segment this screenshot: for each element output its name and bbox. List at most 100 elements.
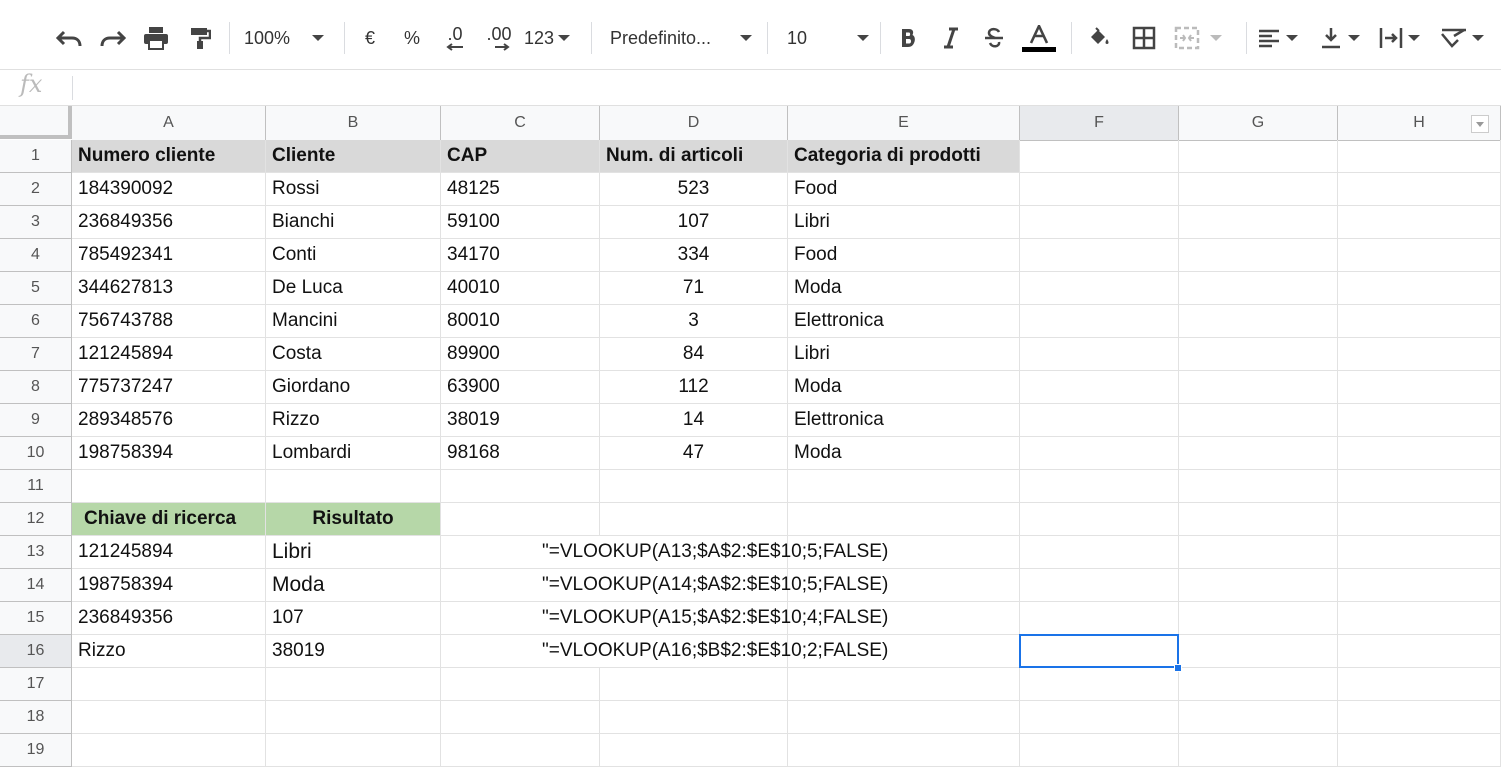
cell-h7[interactable] — [1338, 338, 1501, 371]
cell-b4[interactable]: Conti — [266, 239, 441, 272]
cell-h1[interactable] — [1338, 140, 1501, 173]
cell-c13[interactable]: "=VLOOKUP(A13;$A$2:$E$10;5;FALSE) — [441, 536, 888, 569]
cell-b17[interactable] — [266, 668, 441, 701]
cell-b15[interactable]: 107 — [266, 602, 441, 635]
cell-a17[interactable] — [72, 668, 266, 701]
cell-a2[interactable]: 184390092 — [72, 173, 266, 206]
formula-input[interactable] — [80, 76, 1480, 100]
cell-a18[interactable] — [72, 701, 266, 734]
cell-f15[interactable] — [1020, 602, 1179, 635]
cell-c8[interactable]: 63900 — [441, 371, 600, 404]
cell-c1[interactable]: CAP — [441, 140, 600, 173]
cell-e19[interactable] — [788, 734, 1020, 767]
cell-g4[interactable] — [1179, 239, 1338, 272]
cell-g12[interactable] — [1179, 503, 1338, 536]
cell-h11[interactable] — [1338, 470, 1501, 503]
row-header-10[interactable]: 10 — [0, 437, 72, 470]
cell-b19[interactable] — [266, 734, 441, 767]
cell-a11[interactable] — [72, 470, 266, 503]
cell-e9[interactable]: Elettronica — [788, 404, 1020, 437]
cell-e12[interactable] — [788, 503, 1020, 536]
row-header-4[interactable]: 4 — [0, 239, 72, 272]
row-header-1[interactable]: 1 — [0, 140, 72, 173]
cell-d5[interactable]: 71 — [600, 272, 788, 305]
cell-f3[interactable] — [1020, 206, 1179, 239]
cell-a12[interactable]: Chiave di ricerca — [72, 503, 266, 536]
cell-a5[interactable]: 344627813 — [72, 272, 266, 305]
cell-g10[interactable] — [1179, 437, 1338, 470]
cell-d3[interactable]: 107 — [600, 206, 788, 239]
cell-h17[interactable] — [1338, 668, 1501, 701]
cell-d4[interactable]: 334 — [600, 239, 788, 272]
cell-c6[interactable]: 80010 — [441, 305, 600, 338]
cell-d10[interactable]: 47 — [600, 437, 788, 470]
cell-g1[interactable] — [1179, 140, 1338, 173]
strikethrough-icon[interactable] — [979, 18, 1009, 58]
cell-a6[interactable]: 756743788 — [72, 305, 266, 338]
cell-e8[interactable]: Moda — [788, 371, 1020, 404]
cell-f17[interactable] — [1020, 668, 1179, 701]
cell-h6[interactable] — [1338, 305, 1501, 338]
row-header-9[interactable]: 9 — [0, 404, 72, 437]
cell-c14[interactable]: "=VLOOKUP(A14;$A$2:$E$10;5;FALSE) — [441, 569, 888, 602]
cell-d7[interactable]: 84 — [600, 338, 788, 371]
column-header-a[interactable]: A — [72, 106, 266, 141]
cell-a16[interactable]: Rizzo — [72, 635, 266, 668]
cell-c11[interactable] — [441, 470, 600, 503]
row-header-13[interactable]: 13 — [0, 536, 72, 569]
cell-b1[interactable]: Cliente — [266, 140, 441, 173]
paint-format-icon[interactable] — [183, 18, 217, 58]
cell-f19[interactable] — [1020, 734, 1179, 767]
cell-h5[interactable] — [1338, 272, 1501, 305]
cell-d17[interactable] — [600, 668, 788, 701]
cell-e3[interactable]: Libri — [788, 206, 1020, 239]
cell-d11[interactable] — [600, 470, 788, 503]
cell-a1[interactable]: Numero cliente — [72, 140, 266, 173]
zoom-select[interactable]: 100% — [244, 18, 336, 58]
cell-c16[interactable]: "=VLOOKUP(A16;$B$2:$E$10;2;FALSE) — [441, 635, 888, 668]
bold-icon[interactable] — [893, 18, 923, 58]
row-header-12[interactable]: 12 — [0, 503, 72, 536]
cell-g6[interactable] — [1179, 305, 1338, 338]
cell-d18[interactable] — [600, 701, 788, 734]
cell-c5[interactable]: 40010 — [441, 272, 600, 305]
cell-f4[interactable] — [1020, 239, 1179, 272]
cell-d8[interactable]: 112 — [600, 371, 788, 404]
column-header-b[interactable]: B — [266, 106, 441, 141]
cell-f7[interactable] — [1020, 338, 1179, 371]
cell-e7[interactable]: Libri — [788, 338, 1020, 371]
borders-icon[interactable] — [1129, 18, 1159, 58]
column-header-c[interactable]: C — [441, 106, 600, 141]
cell-b5[interactable]: De Luca — [266, 272, 441, 305]
redo-icon[interactable] — [96, 18, 130, 58]
cell-e17[interactable] — [788, 668, 1020, 701]
cell-b13[interactable]: Libri — [266, 536, 441, 569]
cell-h4[interactable] — [1338, 239, 1501, 272]
cell-f2[interactable] — [1020, 173, 1179, 206]
cell-g13[interactable] — [1179, 536, 1338, 569]
cell-g11[interactable] — [1179, 470, 1338, 503]
cell-g2[interactable] — [1179, 173, 1338, 206]
cell-g17[interactable] — [1179, 668, 1338, 701]
cell-h13[interactable] — [1338, 536, 1501, 569]
cell-c12[interactable] — [441, 503, 600, 536]
cell-f6[interactable] — [1020, 305, 1179, 338]
cell-a4[interactable]: 785492341 — [72, 239, 266, 272]
cell-a9[interactable]: 289348576 — [72, 404, 266, 437]
row-header-18[interactable]: 18 — [0, 701, 72, 734]
cell-e5[interactable]: Moda — [788, 272, 1020, 305]
cell-b8[interactable]: Giordano — [266, 371, 441, 404]
cell-d9[interactable]: 14 — [600, 404, 788, 437]
select-all-corner[interactable] — [0, 106, 72, 139]
cell-c15[interactable]: "=VLOOKUP(A15;$A$2:$E$10;4;FALSE) — [441, 602, 888, 635]
percent-format-button[interactable]: % — [398, 18, 426, 58]
cell-g19[interactable] — [1179, 734, 1338, 767]
font-select[interactable]: Predefinito... — [610, 18, 752, 58]
fill-handle[interactable] — [1174, 664, 1182, 672]
cell-b6[interactable]: Mancini — [266, 305, 441, 338]
row-header-3[interactable]: 3 — [0, 206, 72, 239]
cell-c18[interactable] — [441, 701, 600, 734]
cell-d1[interactable]: Num. di articoli — [600, 140, 788, 173]
cell-g14[interactable] — [1179, 569, 1338, 602]
cell-f5[interactable] — [1020, 272, 1179, 305]
